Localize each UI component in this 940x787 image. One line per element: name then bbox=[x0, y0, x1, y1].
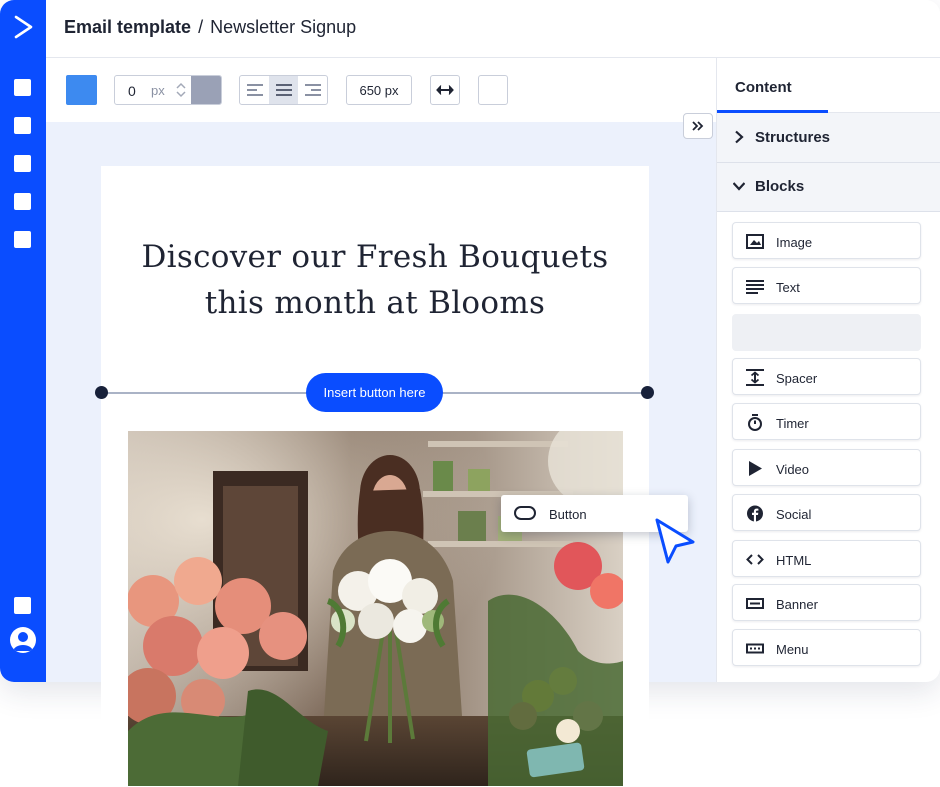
left-rail bbox=[0, 0, 46, 682]
background-color-swatch[interactable] bbox=[66, 75, 97, 105]
pointer-cursor-icon bbox=[655, 518, 695, 564]
block-label: Banner bbox=[776, 597, 818, 612]
block-text[interactable]: Text bbox=[732, 267, 921, 304]
align-center-button[interactable] bbox=[269, 76, 298, 104]
button-pill-icon bbox=[514, 506, 536, 520]
padding-value[interactable]: 0 bbox=[128, 83, 136, 99]
block-image[interactable]: Image bbox=[732, 222, 921, 259]
headline-line-1: Discover our Fresh Bouquets bbox=[141, 239, 609, 275]
width-input[interactable]: 650 px bbox=[346, 75, 412, 105]
insert-button-here[interactable]: Insert button here bbox=[306, 373, 443, 412]
border-color-swatch[interactable] bbox=[191, 76, 221, 104]
headline-line-2: this month at Blooms bbox=[204, 285, 546, 321]
align-left-icon bbox=[246, 84, 263, 96]
chevron-down-icon bbox=[733, 182, 745, 191]
spacer-icon bbox=[746, 369, 764, 386]
timer-icon bbox=[748, 414, 762, 431]
breadcrumb-separator: / bbox=[198, 17, 204, 37]
extra-toolbar-button[interactable] bbox=[478, 75, 508, 105]
alignment-group bbox=[239, 75, 328, 105]
blocks-list: Image Text Spacer Timer Video Social HTM… bbox=[717, 212, 940, 682]
rail-nav-item-1[interactable] bbox=[14, 79, 31, 96]
chevron-right-icon bbox=[735, 130, 744, 144]
dragging-block-label: Button bbox=[549, 507, 587, 522]
padding-input[interactable]: 0 px bbox=[114, 75, 222, 105]
banner-icon bbox=[746, 598, 764, 609]
rail-nav-item-5[interactable] bbox=[14, 231, 31, 248]
accordion-structures-label: Structures bbox=[755, 129, 831, 146]
block-label: Video bbox=[776, 462, 810, 477]
page-header: Email template / Newsletter Signup bbox=[46, 0, 940, 58]
align-right-icon bbox=[304, 84, 321, 96]
breadcrumb-current: Newsletter Signup bbox=[210, 17, 357, 37]
tab-content[interactable]: Content bbox=[717, 58, 828, 113]
align-left-button[interactable] bbox=[240, 76, 269, 104]
image-icon bbox=[746, 234, 764, 249]
block-menu[interactable]: Menu bbox=[732, 629, 921, 666]
collapse-panel-button[interactable] bbox=[683, 113, 713, 139]
drop-target-handle-left bbox=[95, 386, 108, 399]
activecampaign-logo-icon[interactable] bbox=[13, 14, 35, 40]
bouquet-photo bbox=[128, 431, 623, 786]
rail-nav-item-2[interactable] bbox=[14, 117, 31, 134]
block-video[interactable]: Video bbox=[732, 449, 921, 486]
stepper-arrows-icon[interactable] bbox=[175, 80, 187, 100]
play-icon bbox=[749, 461, 762, 476]
breadcrumb: Email template / Newsletter Signup bbox=[64, 17, 356, 38]
block-label: HTML bbox=[776, 553, 812, 568]
user-avatar-icon[interactable] bbox=[10, 627, 36, 653]
email-headline[interactable]: Discover our Fresh Bouquets this month a… bbox=[101, 234, 649, 326]
horizontal-arrows-icon bbox=[436, 85, 454, 95]
block-label: Spacer bbox=[776, 371, 818, 386]
content-panel: Content Structures Blocks Image Text Spa… bbox=[716, 58, 940, 682]
block-banner[interactable]: Banner bbox=[732, 584, 921, 621]
block-social[interactable]: Social bbox=[732, 494, 921, 531]
block-label: Menu bbox=[776, 642, 809, 657]
double-chevron-right-icon bbox=[692, 121, 704, 131]
breadcrumb-root[interactable]: Email template bbox=[64, 17, 191, 37]
align-center-icon bbox=[275, 84, 292, 96]
padding-unit: px bbox=[151, 83, 165, 98]
editor-toolbar: 0 px 650 px bbox=[46, 58, 716, 122]
block-label: Social bbox=[776, 507, 812, 522]
text-lines-icon bbox=[746, 280, 764, 294]
accordion-structures[interactable]: Structures bbox=[717, 113, 940, 163]
facebook-icon bbox=[747, 505, 763, 522]
menu-icon bbox=[746, 643, 764, 654]
block-drop-placeholder bbox=[732, 314, 921, 351]
florist-image bbox=[128, 431, 623, 786]
rail-nav-item-6[interactable] bbox=[14, 597, 31, 614]
block-html[interactable]: HTML bbox=[732, 540, 921, 577]
block-spacer[interactable]: Spacer bbox=[732, 358, 921, 395]
block-label: Text bbox=[776, 280, 800, 295]
accordion-blocks-label: Blocks bbox=[755, 178, 805, 195]
full-width-toggle[interactable] bbox=[430, 75, 460, 105]
block-timer[interactable]: Timer bbox=[732, 403, 921, 440]
drop-target-handle-right bbox=[641, 386, 654, 399]
rail-nav-item-3[interactable] bbox=[14, 155, 31, 172]
accordion-blocks[interactable]: Blocks bbox=[717, 162, 940, 212]
block-label: Image bbox=[776, 235, 813, 250]
code-icon bbox=[746, 554, 764, 565]
block-label: Timer bbox=[776, 416, 809, 431]
align-right-button[interactable] bbox=[298, 76, 327, 104]
rail-nav-item-4[interactable] bbox=[14, 193, 31, 210]
panel-tabs: Content bbox=[717, 58, 940, 113]
